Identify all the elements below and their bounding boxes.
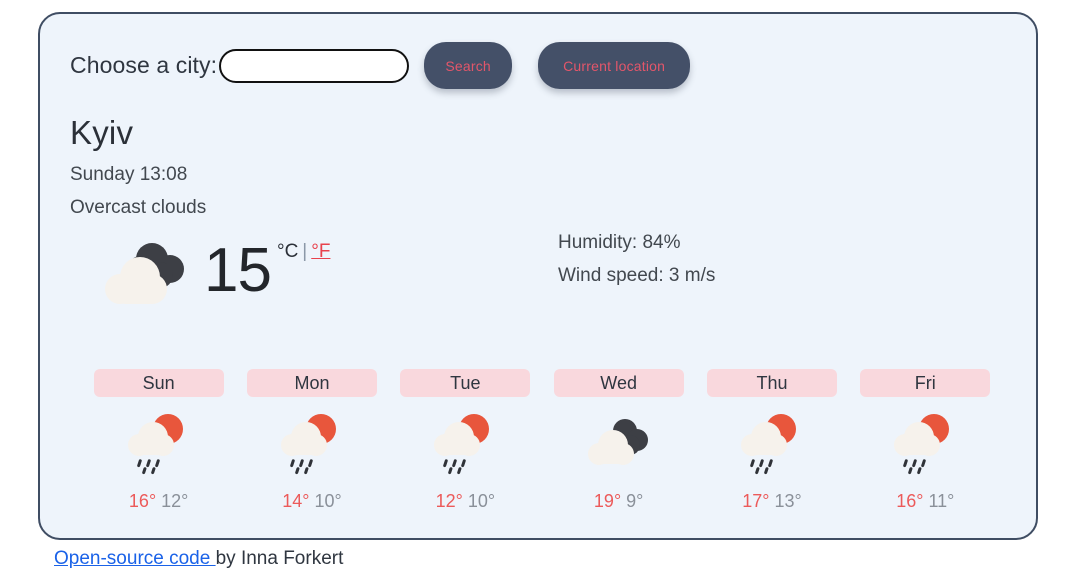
forecast-min-temp: 11°	[928, 491, 955, 511]
choose-city-label: Choose a city:	[70, 52, 218, 78]
footer-author: by Inna Forkert	[215, 548, 344, 569]
weather-description: Overcast clouds	[70, 197, 207, 218]
forecast-max-temp: 12°	[435, 491, 463, 511]
day-badge: Mon	[246, 369, 377, 397]
day-badge: Tue	[400, 369, 531, 397]
city-input[interactable]	[219, 48, 410, 83]
forecast-max-temp: 17°	[742, 491, 770, 511]
forecast-max-temp: 16°	[128, 491, 157, 511]
overcast-clouds-icon	[583, 409, 655, 477]
search-row: Choose a city: Search Current location	[70, 42, 691, 89]
current-temperature-block: 15 °C | °F	[100, 229, 330, 313]
forecast-day-1: Mon 14° 10°	[235, 369, 388, 512]
forecast-day-5: Fri 16° 11°	[849, 369, 1002, 512]
open-source-code-link[interactable]: Open-source code	[54, 548, 216, 569]
forecast-max-temp: 19°	[593, 491, 622, 511]
humidity-value: Humidity: 84%	[558, 232, 681, 253]
forecast-temperatures: 16° 12°	[129, 491, 188, 512]
sun-rain-icon	[429, 409, 501, 477]
weather-app: Choose a city: Search Current location K…	[0, 0, 1073, 587]
forecast-max-temp: 14°	[282, 491, 310, 511]
wind-speed-value: Wind speed: 3 m/s	[558, 265, 716, 286]
sun-rain-icon	[889, 409, 961, 477]
forecast-temperatures: 16° 11°	[896, 491, 954, 512]
overcast-clouds-icon	[100, 229, 196, 313]
city-name: Kyiv	[70, 114, 134, 151]
day-badge: Wed	[553, 369, 684, 397]
weather-metrics: Humidity: 84% Wind speed: 3 m/s	[558, 226, 715, 292]
forecast-day-4: Thu 17° 13°	[695, 369, 848, 512]
temperature-units: °C | °F	[277, 241, 330, 263]
forecast-min-temp: 10°	[467, 491, 496, 511]
sun-rain-icon	[736, 409, 808, 477]
day-badge: Fri	[860, 369, 991, 397]
forecast-min-temp: 12°	[161, 491, 189, 511]
sun-rain-icon	[276, 409, 348, 477]
celsius-unit: °C	[276, 241, 299, 262]
day-badge: Sun	[93, 369, 224, 397]
forecast-temperatures: 12° 10°	[436, 491, 495, 512]
forecast-day-0: Sun 16° 12°	[82, 369, 235, 512]
forecast-min-temp: 10°	[314, 491, 342, 511]
weather-card: Choose a city: Search Current location K…	[38, 12, 1038, 540]
forecast-temperatures: 19° 9°	[594, 491, 643, 512]
footer: Open-source code by Inna Forkert	[54, 548, 343, 570]
forecast-temperatures: 14° 10°	[282, 491, 341, 512]
search-button[interactable]: Search	[424, 42, 513, 89]
current-datetime: Sunday 13:08	[70, 164, 188, 185]
forecast-temperatures: 17° 13°	[742, 491, 801, 512]
forecast-min-temp: 9°	[626, 491, 644, 511]
unit-separator: |	[302, 241, 308, 262]
forecast-max-temp: 16°	[896, 491, 924, 511]
sun-rain-icon	[123, 409, 195, 477]
fahrenheit-link[interactable]: °F	[311, 241, 330, 262]
forecast-min-temp: 13°	[774, 491, 802, 511]
forecast-day-2: Tue 12° 10°	[389, 369, 542, 512]
forecast-row: Sun 16° 12° Mon 14° 10° Tue 12° 10° Wed …	[82, 369, 1002, 512]
current-temperature: 15	[204, 236, 272, 305]
forecast-day-3: Wed 19° 9°	[542, 369, 695, 512]
current-location-button[interactable]: Current location	[538, 42, 691, 89]
day-badge: Thu	[706, 369, 837, 397]
